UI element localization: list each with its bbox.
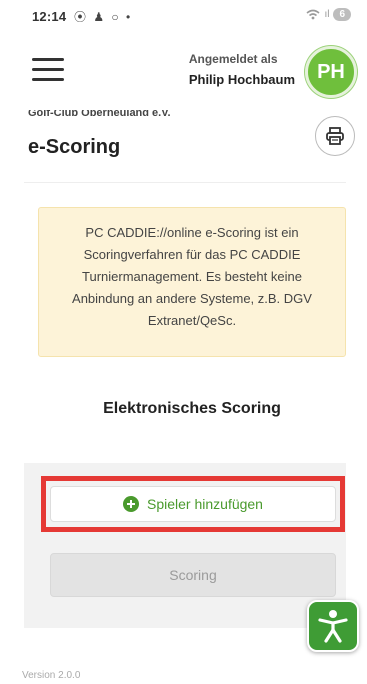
divider	[24, 182, 346, 183]
status-bar: 12:14 ⦿ ♟ ○ • ıl 6	[0, 0, 367, 34]
menu-icon[interactable]	[32, 58, 64, 84]
info-notice: PC CADDIE://online e-Scoring ist ein Sco…	[38, 207, 346, 357]
print-button[interactable]	[315, 116, 355, 156]
accessibility-icon	[318, 610, 348, 643]
version-label: Version 2.0.0	[22, 670, 81, 681]
scoring-label: Scoring	[169, 567, 217, 583]
page-title: e-Scoring	[28, 136, 121, 158]
add-player-label: Spieler hinzufügen	[147, 496, 263, 512]
section-title: Elektronisches Scoring	[103, 400, 281, 417]
scoring-button[interactable]: Scoring	[50, 553, 336, 597]
avatar[interactable]: PH	[305, 46, 357, 98]
user-name: Philip Hochbaum	[188, 72, 295, 87]
printer-icon	[326, 127, 344, 145]
login-label: Angemeldet als	[188, 52, 278, 66]
battery-icon: 6	[333, 8, 351, 21]
status-indicators: ıl 6	[306, 8, 351, 21]
notification-icons: ⦿ ♟ ○ •	[74, 10, 133, 24]
wifi-icon	[306, 9, 320, 20]
signal-icon: ıl	[324, 9, 330, 20]
accessibility-button[interactable]	[307, 600, 359, 652]
club-name: Golf-Club Oberneuland e.V.	[28, 110, 171, 119]
login-info: Angemeldet als Philip Hochbaum	[189, 52, 295, 87]
page-header: Golf-Club Oberneuland e.V. e-Scoring	[0, 110, 367, 183]
plus-circle-icon	[123, 496, 139, 512]
app-header: Angemeldet als Philip Hochbaum PH	[0, 34, 367, 110]
add-player-button[interactable]: Spieler hinzufügen	[50, 486, 336, 522]
status-time: 12:14	[32, 9, 67, 24]
